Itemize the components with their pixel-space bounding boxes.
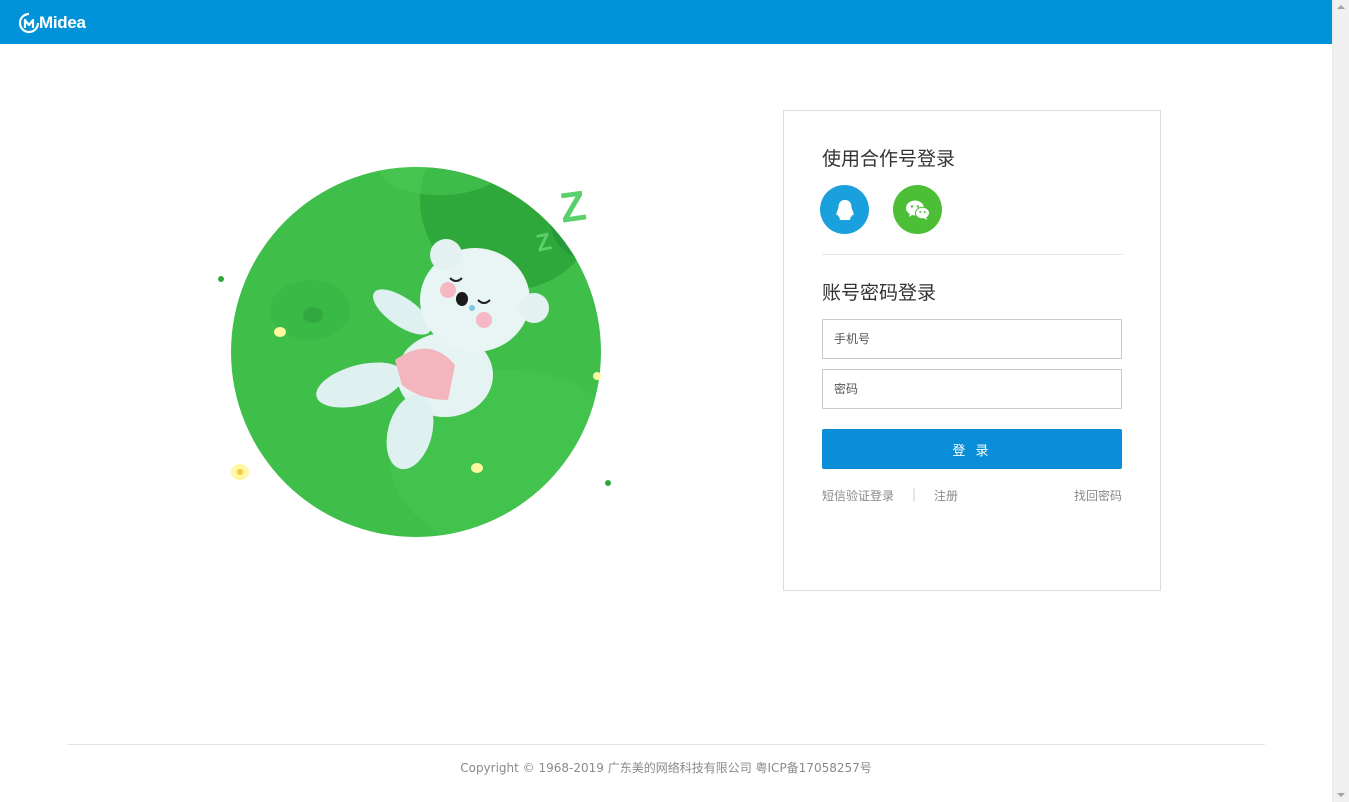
snore-z-large: Z <box>557 181 589 231</box>
password-input[interactable] <box>822 369 1122 409</box>
midea-logo[interactable]: Midea <box>18 12 86 34</box>
copyright-text: Copyright © 1968-2019 广东美的网络科技有限公司 粤ICP备… <box>460 761 872 775</box>
scroll-up-arrow-icon[interactable] <box>1337 5 1345 9</box>
section-divider <box>822 254 1123 255</box>
forgot-password-link[interactable]: 找回密码 <box>1074 487 1122 504</box>
register-link[interactable]: 注册 <box>934 487 958 504</box>
sleeping-bear-icon: Z Z <box>218 167 611 537</box>
wechat-login-button[interactable] <box>893 185 942 234</box>
vertical-scrollbar[interactable] <box>1332 0 1349 802</box>
login-links: 短信验证登录 | 注册 找回密码 <box>822 487 1122 503</box>
top-bar: Midea <box>0 0 1332 44</box>
footer-divider <box>67 744 1265 745</box>
wechat-bubbles-icon <box>905 200 930 220</box>
account-login-title: 账号密码登录 <box>822 282 937 304</box>
sleeping-bear-illustration: Z Z <box>210 160 630 550</box>
qq-penguin-icon <box>835 199 854 220</box>
phone-input[interactable] <box>822 319 1122 359</box>
partner-login-title: 使用合作号登录 <box>822 148 956 170</box>
logo-text: Midea <box>39 13 86 32</box>
sms-login-link[interactable]: 短信验证登录 <box>822 487 894 504</box>
scroll-down-arrow-icon[interactable] <box>1337 793 1345 797</box>
login-panel: 使用合作号登录 账号密码登录 登 录 短信验证登录 | 注册 找回密码 <box>783 110 1161 591</box>
link-separator: | <box>912 487 917 501</box>
qq-login-button[interactable] <box>820 185 869 234</box>
login-button[interactable]: 登 录 <box>822 429 1122 469</box>
